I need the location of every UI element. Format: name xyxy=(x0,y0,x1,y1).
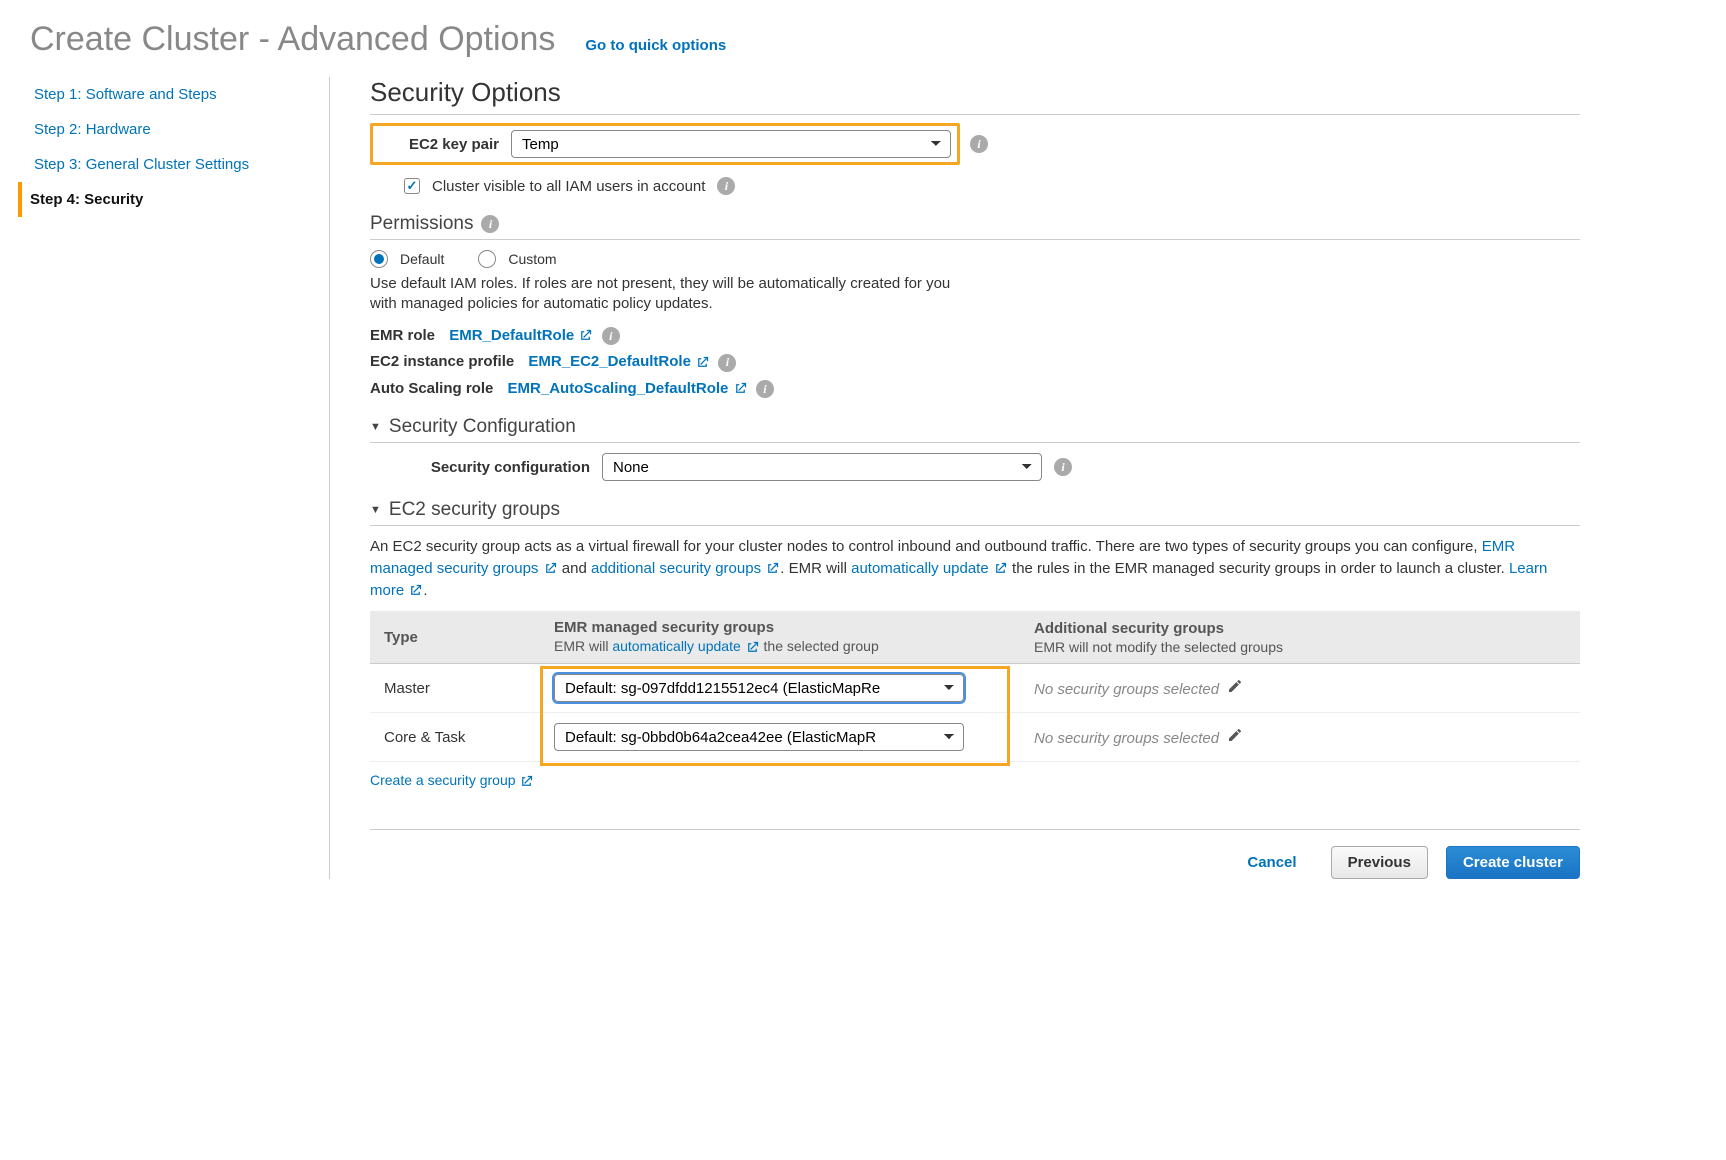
external-link-icon xyxy=(733,381,748,396)
info-icon[interactable]: i xyxy=(970,135,988,153)
auto-update-link-2[interactable]: automatically update xyxy=(612,638,740,654)
step-2-hardware[interactable]: Step 2: Hardware xyxy=(30,112,319,147)
previous-button[interactable]: Previous xyxy=(1331,846,1428,879)
info-icon[interactable]: i xyxy=(1054,458,1072,476)
external-link-icon xyxy=(765,561,780,576)
additional-sg-link[interactable]: additional security groups xyxy=(591,560,761,577)
ec2-profile-row: EC2 instance profile EMR_EC2_DefaultRole… xyxy=(370,353,1580,372)
step-4-security[interactable]: Step 4: Security xyxy=(18,182,319,217)
master-sg-select[interactable]: Default: sg-097dfdd1215512ec4 (ElasticMa… xyxy=(554,674,964,702)
info-icon[interactable]: i xyxy=(756,380,774,398)
auto-update-link[interactable]: automatically update xyxy=(851,560,989,577)
external-link-icon xyxy=(408,583,423,598)
security-configuration-label: Security configuration xyxy=(370,459,590,476)
info-icon[interactable]: i xyxy=(481,215,499,233)
col-additional: Additional security groups EMR will not … xyxy=(1020,611,1580,663)
col-managed: EMR managed security groups EMR will aut… xyxy=(540,611,1020,663)
security-configuration-select[interactable]: None xyxy=(602,453,1042,481)
info-icon[interactable]: i xyxy=(717,177,735,195)
pencil-icon[interactable] xyxy=(1227,681,1243,698)
emr-role-row: EMR role EMR_DefaultRole i xyxy=(370,327,1580,346)
table-row: Core & Task Default: sg-0bbd0b64a2cea42e… xyxy=(370,713,1580,762)
sg-type-master: Master xyxy=(370,664,540,713)
col-type: Type xyxy=(370,611,540,663)
external-link-icon xyxy=(543,561,558,576)
security-configuration-title[interactable]: Security Configuration xyxy=(370,416,1580,443)
cancel-button[interactable]: Cancel xyxy=(1231,847,1312,878)
external-link-icon xyxy=(993,561,1008,576)
main-content: Security Options EC2 key pair Temp i ✓ C… xyxy=(370,77,1580,879)
cluster-visible-label: Cluster visible to all IAM users in acco… xyxy=(432,178,705,195)
permissions-default-radio[interactable] xyxy=(370,250,388,268)
emr-role-link[interactable]: EMR_DefaultRole xyxy=(449,327,574,344)
external-link-icon xyxy=(578,328,593,343)
master-additional-none: No security groups selected xyxy=(1034,681,1219,698)
quick-options-link[interactable]: Go to quick options xyxy=(585,37,726,54)
core-sg-select[interactable]: Default: sg-0bbd0b64a2cea42ee (ElasticMa… xyxy=(554,723,964,751)
external-link-icon xyxy=(745,640,760,655)
wizard-footer: Cancel Previous Create cluster xyxy=(370,829,1580,879)
permissions-description: Use default IAM roles. If roles are not … xyxy=(370,274,970,315)
pencil-icon[interactable] xyxy=(1227,730,1243,747)
step-1-software[interactable]: Step 1: Software and Steps xyxy=(30,77,319,112)
autoscale-role-row: Auto Scaling role EMR_AutoScaling_Defaul… xyxy=(370,380,1580,399)
info-icon[interactable]: i xyxy=(718,354,736,372)
table-row: Master Default: sg-097dfdd1215512ec4 (El… xyxy=(370,664,1580,713)
permissions-title: Permissions i xyxy=(370,213,1580,240)
ec2-keypair-label: EC2 key pair xyxy=(379,136,499,153)
ec2-keypair-select[interactable]: Temp xyxy=(511,130,951,158)
ec2-keypair-highlight: EC2 key pair Temp xyxy=(370,123,960,165)
ec2-profile-link[interactable]: EMR_EC2_DefaultRole xyxy=(528,353,691,370)
wizard-steps-sidebar: Step 1: Software and Steps Step 2: Hardw… xyxy=(30,77,330,879)
sg-type-core: Core & Task xyxy=(370,713,540,762)
external-link-icon xyxy=(695,355,710,370)
core-additional-none: No security groups selected xyxy=(1034,730,1219,747)
permissions-default-label: Default xyxy=(400,251,444,267)
security-groups-description: An EC2 security group acts as a virtual … xyxy=(370,536,1580,601)
autoscale-role-link[interactable]: EMR_AutoScaling_DefaultRole xyxy=(508,380,729,397)
create-security-group-link[interactable]: Create a security group xyxy=(370,772,516,788)
permissions-custom-radio[interactable] xyxy=(478,250,496,268)
info-icon[interactable]: i xyxy=(602,327,620,345)
page-title: Create Cluster - Advanced Options xyxy=(30,20,555,59)
external-link-icon xyxy=(519,774,534,789)
ec2-security-groups-title[interactable]: EC2 security groups xyxy=(370,499,1580,526)
security-groups-table: Type EMR managed security groups EMR wil… xyxy=(370,611,1580,762)
permissions-custom-label: Custom xyxy=(508,251,556,267)
cluster-visible-checkbox[interactable]: ✓ xyxy=(404,178,420,194)
security-options-title: Security Options xyxy=(370,77,1580,108)
create-cluster-button[interactable]: Create cluster xyxy=(1446,846,1580,879)
step-3-general[interactable]: Step 3: General Cluster Settings xyxy=(30,147,319,182)
